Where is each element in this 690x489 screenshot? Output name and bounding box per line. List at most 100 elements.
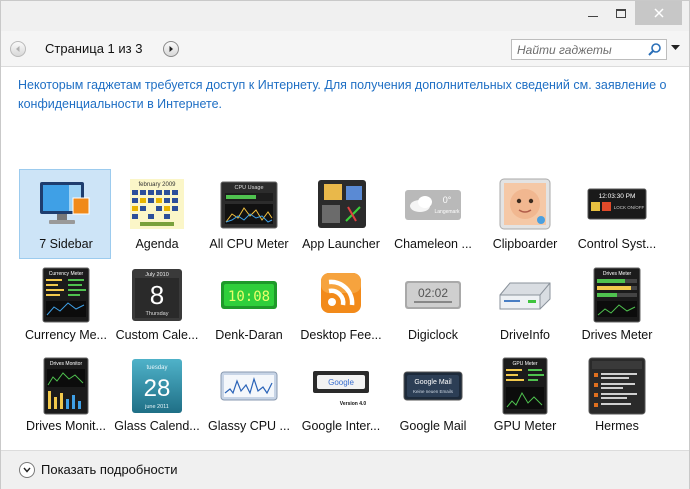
gadget-tile[interactable]: february 2009 Agenda <box>110 169 202 259</box>
gadget-label: Chameleon ... <box>394 237 472 251</box>
gadget-tile[interactable]: CPU Usage All CPU Meter <box>202 169 294 259</box>
gadget-tile[interactable]: Glassy CPU ... <box>202 351 294 441</box>
gadget-label: Clipboarder <box>492 237 558 251</box>
gadget-tile[interactable]: Desktop Fee... <box>294 260 386 350</box>
gadget-label: Denk-Daran <box>215 328 283 342</box>
internet-notice[interactable]: Некоторым гаджетам требуется доступ к Ин… <box>18 76 668 114</box>
gadget-tile[interactable]: 10:08 Denk-Daran <box>202 260 294 350</box>
gadget-label: 7 Sidebar <box>39 237 93 251</box>
app-launcher-icon <box>311 176 371 232</box>
gadget-tile[interactable]: 02:02 Digiclock <box>386 260 478 350</box>
hermes-feed-icon <box>587 357 647 415</box>
gmail-title: Google Mail <box>414 379 452 386</box>
search-input[interactable] <box>517 42 645 57</box>
gadget-label: Drives Monit... <box>26 419 106 433</box>
gadget-tile[interactable]: Drives Monitor Drives Monit... <box>19 351 111 441</box>
title-bar <box>1 1 689 31</box>
gadget-label: DriveInfo <box>499 328 551 342</box>
gadget-tile[interactable]: 7 Sidebar <box>19 169 111 259</box>
denk-time: 10:08 <box>228 289 270 305</box>
baby-photo-icon <box>495 176 555 232</box>
previous-page-button[interactable] <box>10 41 26 57</box>
gadget-label: Glassy CPU ... <box>208 419 290 433</box>
drives-meter-title: Drives Meter <box>603 271 632 277</box>
maximize-button[interactable] <box>607 1 635 25</box>
cpu-graph-icon <box>219 358 279 414</box>
chevron-down-icon <box>23 467 31 473</box>
maximize-icon <box>616 8 626 18</box>
close-button[interactable] <box>635 1 682 25</box>
control-time: 12:03:30 PM <box>599 193 636 200</box>
gadget-label: Google Inter... <box>301 419 381 433</box>
glass-month: june 2011 <box>144 404 169 410</box>
gadget-tile[interactable]: Google Mail Keine neuen Emails Google Ma… <box>386 351 478 441</box>
glass-weekday: tuesday <box>146 365 167 371</box>
gadget-label: Google Mail <box>399 419 467 433</box>
weather-cloud-icon: 0° Langemark <box>403 176 463 232</box>
next-page-button[interactable] <box>163 41 179 57</box>
digital-clock-icon: 02:02 <box>403 267 463 323</box>
gpu-meter-icon: GPU Meter <box>495 357 555 415</box>
gadget-tile[interactable]: GPU Meter GPU Meter <box>478 351 570 441</box>
currency-meter-icon: Currency Meter <box>36 267 96 323</box>
glass-day: 28 <box>144 375 171 402</box>
gadget-tile[interactable]: 0° Langemark Chameleon ... <box>386 169 478 259</box>
gadget-label: Drives Meter <box>581 328 653 342</box>
clock-control-icon: 12:03:30 PM LOCK ON/OFF <box>587 176 647 232</box>
gadget-label: Glass Calend... <box>114 419 200 433</box>
search-box <box>511 39 667 60</box>
gadget-tile[interactable]: Drives Meter Drives Meter <box>570 260 662 350</box>
search-dropdown-icon[interactable] <box>671 45 680 51</box>
digiclock-time: 02:02 <box>418 286 448 300</box>
sidebar-monitor-icon <box>36 176 96 232</box>
gadget-tile[interactable]: July 2010 8 Thursday Custom Cale... <box>110 260 202 350</box>
close-icon <box>653 8 664 18</box>
chevron-right-icon <box>169 46 173 52</box>
hard-drive-icon <box>495 267 555 323</box>
chameleon-temp: 0° <box>443 195 452 205</box>
chevron-left-icon <box>16 46 20 52</box>
page-indicator: Страница 1 из 3 <box>45 41 143 56</box>
gadget-label: Digiclock <box>407 328 458 342</box>
calendar-page-icon: July 2010 8 Thursday <box>127 267 187 323</box>
gadget-tile[interactable]: tuesday 28 june 2011 Glass Calend... <box>110 351 202 441</box>
gadget-tile[interactable]: DriveInfo <box>478 260 570 350</box>
gadget-tile[interactable]: Google Version 4.0 Google Inter... <box>294 351 386 441</box>
gadget-label: Control Syst... <box>577 237 657 251</box>
control-status: LOCK ON/OFF <box>614 205 645 210</box>
chameleon-city: Langemark <box>434 209 460 215</box>
footer: Показать подробности <box>1 450 689 489</box>
google-brand: Google <box>328 378 354 387</box>
search-icon[interactable] <box>647 42 662 57</box>
google-mail-icon: Google Mail Keine neuen Emails <box>403 358 463 414</box>
gadget-gallery-window: Страница 1 из 3 Некоторым гаджетам требу… <box>0 0 690 489</box>
gadget-tile[interactable]: Clipboarder <box>478 169 570 259</box>
agenda-header: february 2009 <box>138 182 176 188</box>
gadget-tile[interactable]: Currency Meter Currency Me... <box>19 260 111 350</box>
gadget-tile[interactable]: 12:03:30 PM LOCK ON/OFF Control Syst... <box>570 169 662 259</box>
calendar-weekday: Thursday <box>146 311 169 317</box>
show-details-label[interactable]: Показать подробности <box>41 462 177 477</box>
calendar-month: July 2010 <box>145 272 169 278</box>
calendar-day: 8 <box>150 280 164 310</box>
gpu-title: GPU Meter <box>512 361 537 367</box>
google-version: Version 4.0 <box>340 401 367 407</box>
google-search-icon: Google Version 4.0 <box>311 358 371 414</box>
show-details-button[interactable] <box>19 462 35 478</box>
toolbar: Страница 1 из 3 <box>1 31 689 67</box>
gadget-label: Desktop Fee... <box>300 328 382 342</box>
minimize-button[interactable] <box>579 1 607 25</box>
gadget-label: Currency Me... <box>25 328 107 342</box>
gadget-label: Custom Cale... <box>115 328 199 342</box>
gadget-label: All CPU Meter <box>209 237 289 251</box>
minimize-icon <box>588 15 598 17</box>
drives-monitor-title: Drives Monitor <box>50 361 83 367</box>
gadget-label: Agenda <box>135 237 179 251</box>
gadget-tile[interactable]: Hermes <box>570 351 662 441</box>
gadget-tile[interactable]: App Launcher <box>294 169 386 259</box>
drives-meter-icon: Drives Meter <box>587 267 647 323</box>
calendar-grid-icon: february 2009 <box>127 176 187 232</box>
gadget-label: Hermes <box>595 419 639 433</box>
rss-feed-icon <box>311 267 371 323</box>
cpu-meter-icon: CPU Usage <box>219 176 279 232</box>
